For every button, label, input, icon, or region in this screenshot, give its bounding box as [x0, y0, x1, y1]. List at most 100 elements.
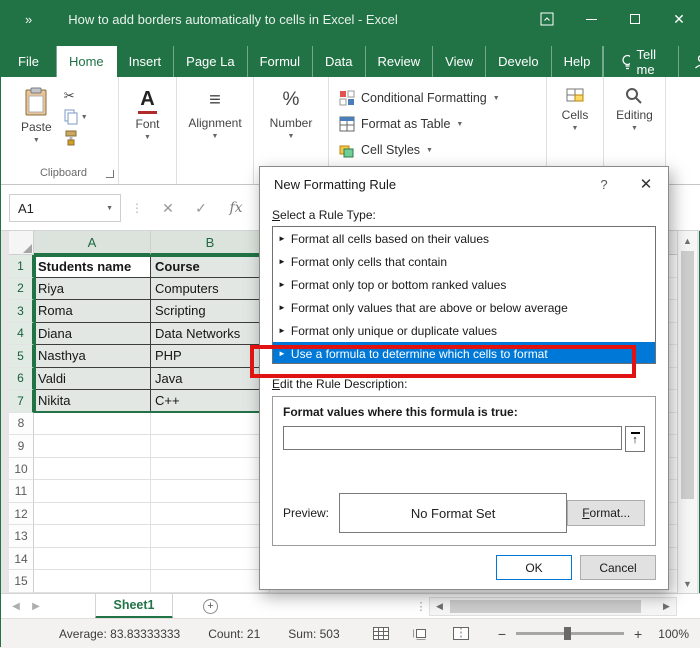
- scroll-up-button[interactable]: ▲: [678, 231, 697, 250]
- sheet-nav-left-button[interactable]: ◀: [7, 594, 25, 619]
- tab-view[interactable]: View: [433, 46, 486, 77]
- row-number[interactable]: 12: [9, 503, 34, 526]
- tab-home[interactable]: Home: [57, 46, 117, 77]
- rule-type-option-6-selected[interactable]: ►Use a formula to determine which cells …: [273, 342, 655, 364]
- cell-B1[interactable]: Course: [151, 255, 270, 278]
- tab-review[interactable]: Review: [366, 46, 434, 77]
- cell-A4[interactable]: Diana: [34, 323, 151, 346]
- cell-B13[interactable]: [151, 525, 270, 548]
- row-number[interactable]: 3: [9, 300, 34, 323]
- dialog-close-button[interactable]: ✕: [624, 175, 668, 193]
- cell-B10[interactable]: [151, 458, 270, 481]
- zoom-in-button[interactable]: +: [632, 626, 645, 642]
- tab-file[interactable]: File: [1, 46, 57, 77]
- cell-B6[interactable]: Java: [151, 368, 270, 391]
- zoom-level[interactable]: 100%: [654, 627, 689, 641]
- scroll-right-button[interactable]: ▶: [657, 598, 676, 615]
- tab-developer[interactable]: Develo: [486, 46, 551, 77]
- rule-type-option-2[interactable]: ►Format only cells that contain: [273, 250, 655, 273]
- cell-A2[interactable]: Riya: [34, 278, 151, 301]
- row-number[interactable]: 14: [9, 548, 34, 571]
- cell-A7[interactable]: Nikita: [34, 390, 151, 413]
- cell-A1[interactable]: Students name: [34, 255, 151, 278]
- zoom-slider-thumb[interactable]: [564, 627, 571, 640]
- format-painter-button[interactable]: [64, 129, 88, 147]
- collapse-dialog-button[interactable]: ↑: [625, 426, 645, 452]
- rule-type-option-5[interactable]: ►Format only unique or duplicate values: [273, 319, 655, 342]
- cell-A3[interactable]: Roma: [34, 300, 151, 323]
- cell-A8[interactable]: [34, 413, 151, 436]
- insert-function-button[interactable]: fx: [223, 185, 249, 231]
- cell-B7[interactable]: C++: [151, 390, 270, 413]
- tab-formulas[interactable]: Formul: [248, 46, 313, 77]
- tab-help[interactable]: Help: [552, 46, 604, 77]
- tab-page-layout[interactable]: Page La: [174, 46, 247, 77]
- horizontal-scrollbar[interactable]: ◀ ▶: [429, 597, 677, 616]
- cell-B8[interactable]: [151, 413, 270, 436]
- row-number[interactable]: 5: [9, 345, 34, 368]
- share-button[interactable]: Share: [678, 46, 700, 77]
- maximize-button[interactable]: [613, 1, 657, 37]
- copy-button[interactable]: ▼: [64, 108, 88, 126]
- cell-B15[interactable]: [151, 570, 270, 593]
- ok-button[interactable]: OK: [496, 555, 572, 580]
- zoom-out-button[interactable]: −: [496, 626, 509, 642]
- close-button[interactable]: ✕: [657, 1, 700, 37]
- cell-B12[interactable]: [151, 503, 270, 526]
- name-box[interactable]: A1 ▼: [9, 194, 121, 222]
- c ell-B3[interactable]: Scripting: [151, 300, 270, 323]
- column-header-B[interactable]: B: [151, 231, 270, 255]
- cell-A10[interactable]: [34, 458, 151, 481]
- row-number[interactable]: 9: [9, 435, 34, 458]
- row-number[interactable]: 11: [9, 480, 34, 503]
- enter-entry-button[interactable]: ✓: [189, 185, 213, 231]
- cell-A11[interactable]: [34, 480, 151, 503]
- rule-type-option-3[interactable]: ►Format only top or bottom ranked values: [273, 273, 655, 296]
- clipboard-dialog-launcher-icon[interactable]: [106, 170, 114, 178]
- cell-styles-button[interactable]: Cell Styles ▼: [339, 137, 433, 163]
- cell-A6[interactable]: Valdi: [34, 368, 151, 391]
- select-all-corner[interactable]: [9, 231, 34, 255]
- copy-dropdown-icon[interactable]: ▼: [81, 114, 88, 121]
- cell-B11[interactable]: [151, 480, 270, 503]
- cell-A12[interactable]: [34, 503, 151, 526]
- cancel-button[interactable]: Cancel: [580, 555, 656, 580]
- rule-type-option-1[interactable]: ►Format all cells based on their values: [273, 227, 655, 250]
- row-number[interactable]: 1: [9, 255, 34, 278]
- column-header-A[interactable]: A: [34, 231, 151, 255]
- row-number[interactable]: 15: [9, 570, 34, 593]
- row-number[interactable]: 8: [9, 413, 34, 436]
- ribbon-display-options-button[interactable]: [525, 1, 569, 37]
- add-sheet-button[interactable]: +: [203, 599, 218, 614]
- name-box-dropdown-icon[interactable]: ▼: [106, 205, 113, 212]
- cell-A13[interactable]: [34, 525, 151, 548]
- sheet-nav-right-button[interactable]: ▶: [27, 594, 45, 619]
- row-number[interactable]: 6: [9, 368, 34, 391]
- quick-access-toolbar-chevron-icon[interactable]: »: [25, 12, 32, 27]
- dialog-help-button[interactable]: ?: [584, 177, 624, 192]
- format-as-table-button[interactable]: Format as Table ▼: [339, 111, 463, 137]
- cancel-entry-button[interactable]: ✕: [156, 185, 180, 231]
- normal-view-button[interactable]: [368, 624, 394, 644]
- formula-input[interactable]: [283, 426, 622, 450]
- scroll-down-button[interactable]: ▼: [678, 574, 697, 593]
- cell-B2[interactable]: Computers: [151, 278, 270, 301]
- paste-dropdown-icon[interactable]: ▼: [33, 137, 40, 144]
- rule-type-option-4[interactable]: ►Format only values that are above or be…: [273, 296, 655, 319]
- alignment-button[interactable]: ≡ Alignment ▼: [182, 85, 247, 184]
- cell-B9[interactable]: [151, 435, 270, 458]
- dialog-title-bar[interactable]: New Formatting Rule ? ✕: [260, 167, 668, 201]
- vertical-scrollbar-thumb[interactable]: [681, 251, 694, 499]
- zoom-slider-track[interactable]: [516, 632, 623, 635]
- horizontal-scrollbar-thumb[interactable]: [450, 600, 641, 613]
- cell-B5[interactable]: PHP: [151, 345, 270, 368]
- scroll-left-button[interactable]: ◀: [430, 598, 449, 615]
- cell-B4[interactable]: Data Networks: [151, 323, 270, 346]
- cell-A9[interactable]: [34, 435, 151, 458]
- page-layout-view-button[interactable]: [408, 624, 434, 644]
- sheet-tab-sheet1[interactable]: Sheet1: [95, 594, 173, 619]
- format-button[interactable]: Format...: [567, 500, 645, 526]
- row-number[interactable]: 10: [9, 458, 34, 481]
- tell-me-button[interactable]: Tell me: [603, 46, 678, 77]
- row-number[interactable]: 13: [9, 525, 34, 548]
